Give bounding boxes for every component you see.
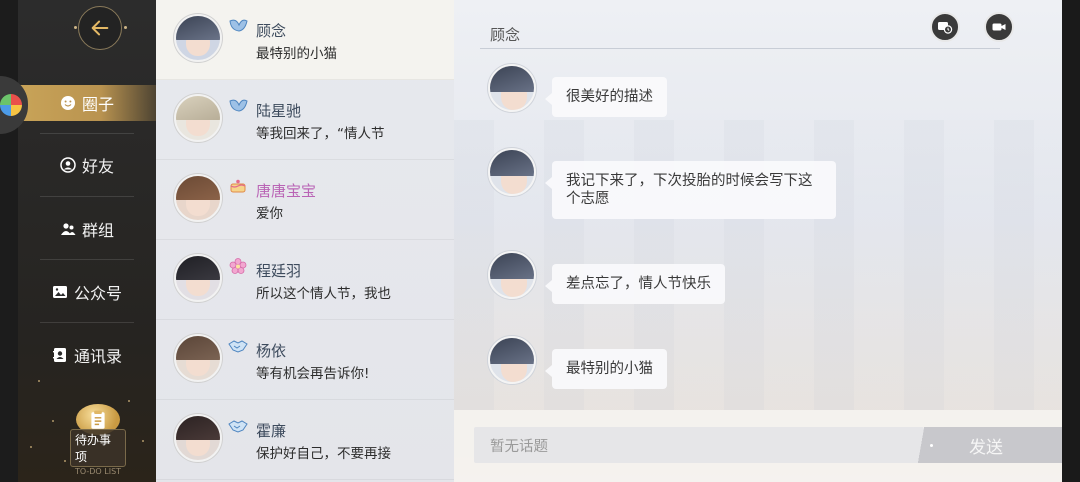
avatar: [174, 94, 222, 142]
message-text: 我记下来了，下次投胎的时候会写下这个志愿: [566, 173, 813, 207]
message-bubble: 我记下来了，下次投胎的时候会写下这个志愿: [545, 161, 836, 219]
video-camera-icon: [992, 23, 1006, 31]
group-people-icon: [60, 221, 76, 237]
avatar: [174, 174, 222, 222]
message-text: 很美好的描述: [566, 89, 653, 105]
right-edge-bar: [1062, 0, 1080, 482]
smile-face-icon: [60, 95, 76, 111]
nav-item-label: 群组: [81, 221, 114, 240]
nav-item-groups[interactable]: 群组: [18, 211, 156, 247]
nav-item-label: 通讯录: [73, 347, 122, 366]
video-call-button[interactable]: [984, 12, 1014, 42]
title-divider: [480, 48, 1000, 49]
contact-name: 程廷羽: [256, 262, 302, 280]
nav-item-label: 圈子: [81, 95, 114, 114]
history-clock-icon: [938, 22, 953, 34]
contact-name: 陆星驰: [256, 102, 302, 120]
contact-item[interactable]: 顾念 最特别的小猫: [156, 0, 454, 80]
avatar[interactable]: [488, 148, 536, 196]
nav-item-contacts[interactable]: 通讯录: [18, 337, 156, 373]
sidebar-nav: 圈子 好友 群组 公众号 通讯录 待办事项 TO-DO LIST: [18, 0, 156, 482]
avatar[interactable]: [488, 64, 536, 112]
wing-badge-icon: [229, 19, 248, 32]
colorful-star-icon: [0, 94, 22, 116]
message-bubble: 很美好的描述: [545, 77, 667, 117]
cake-badge-icon: [230, 179, 246, 193]
back-button[interactable]: [78, 6, 122, 50]
handshake-badge-icon: [228, 420, 248, 433]
chat-panel: 顾念 很美好的描述 我记下来了，下次投胎的时候会写下这个志愿 差点忘了，情人节快…: [454, 0, 1062, 482]
address-book-icon: [52, 347, 68, 363]
contact-last-message: 最特别的小猫: [256, 46, 337, 62]
send-button-label: 发送: [969, 437, 1003, 458]
topic-input[interactable]: 暂无话题: [474, 427, 924, 463]
handshake-badge-icon: [228, 340, 248, 353]
contact-item[interactable]: 陆星驰 等我回来了，“情人节: [156, 80, 454, 160]
message-bubble: 差点忘了，情人节快乐: [545, 264, 725, 304]
avatar[interactable]: [488, 336, 536, 384]
contact-name: 杨依: [256, 342, 287, 360]
contact-last-message: 爱你: [256, 206, 283, 222]
flower-badge-icon: [229, 258, 247, 274]
avatar: [174, 414, 222, 462]
todo-label: 待办事项: [70, 429, 126, 467]
person-circle-icon: [60, 157, 76, 173]
topic-input-placeholder: 暂无话题: [490, 438, 548, 455]
contact-name: 唐唐宝宝: [256, 182, 317, 200]
avatar: [174, 14, 222, 62]
composer-bar: 暂无话题 发送: [454, 410, 1062, 482]
contact-item[interactable]: 程廷羽 所以这个情人节，我也: [156, 240, 454, 320]
nav-item-label: 好友: [81, 157, 114, 176]
contact-item[interactable]: 杨依 等有机会再告诉你!: [156, 320, 454, 400]
wing-badge-icon: [229, 99, 248, 112]
message-bubble: 最特别的小猫: [545, 349, 667, 389]
image-icon: [52, 284, 68, 300]
contact-last-message: 保护好自己，不要再接: [256, 446, 391, 462]
nav-item-circle[interactable]: 圈子: [18, 85, 156, 121]
avatar: [174, 334, 222, 382]
todo-list-button[interactable]: 待办事项 TO-DO LIST: [70, 404, 126, 476]
nav-item-friends[interactable]: 好友: [18, 147, 156, 183]
arrow-left-icon: [91, 20, 109, 36]
contact-list: 顾念 最特别的小猫 陆星驰 等我回来了，“情人节 唐唐宝宝 爱你 程廷羽 所以这…: [156, 0, 454, 482]
contact-last-message: 等有机会再告诉你!: [256, 366, 370, 382]
contact-name: 霍廉: [256, 422, 287, 440]
contact-last-message: 所以这个情人节，我也: [256, 286, 391, 302]
contact-item[interactable]: 霍廉 保护好自己，不要再接: [156, 400, 454, 480]
send-decoration-dot: [930, 444, 933, 447]
message-text: 最特别的小猫: [566, 361, 653, 377]
avatar: [174, 254, 222, 302]
nav-item-official-accounts[interactable]: 公众号: [18, 274, 156, 310]
todo-sublabel: TO-DO LIST: [74, 467, 122, 476]
chat-history-button[interactable]: [930, 12, 960, 42]
avatar[interactable]: [488, 251, 536, 299]
nav-item-label: 公众号: [73, 284, 122, 303]
contact-item[interactable]: 唐唐宝宝 爱你: [156, 160, 454, 240]
contact-name: 顾念: [256, 22, 287, 40]
chat-title: 顾念: [490, 26, 521, 44]
message-text: 差点忘了，情人节快乐: [566, 276, 711, 292]
contact-last-message: 等我回来了，“情人节: [256, 126, 385, 142]
